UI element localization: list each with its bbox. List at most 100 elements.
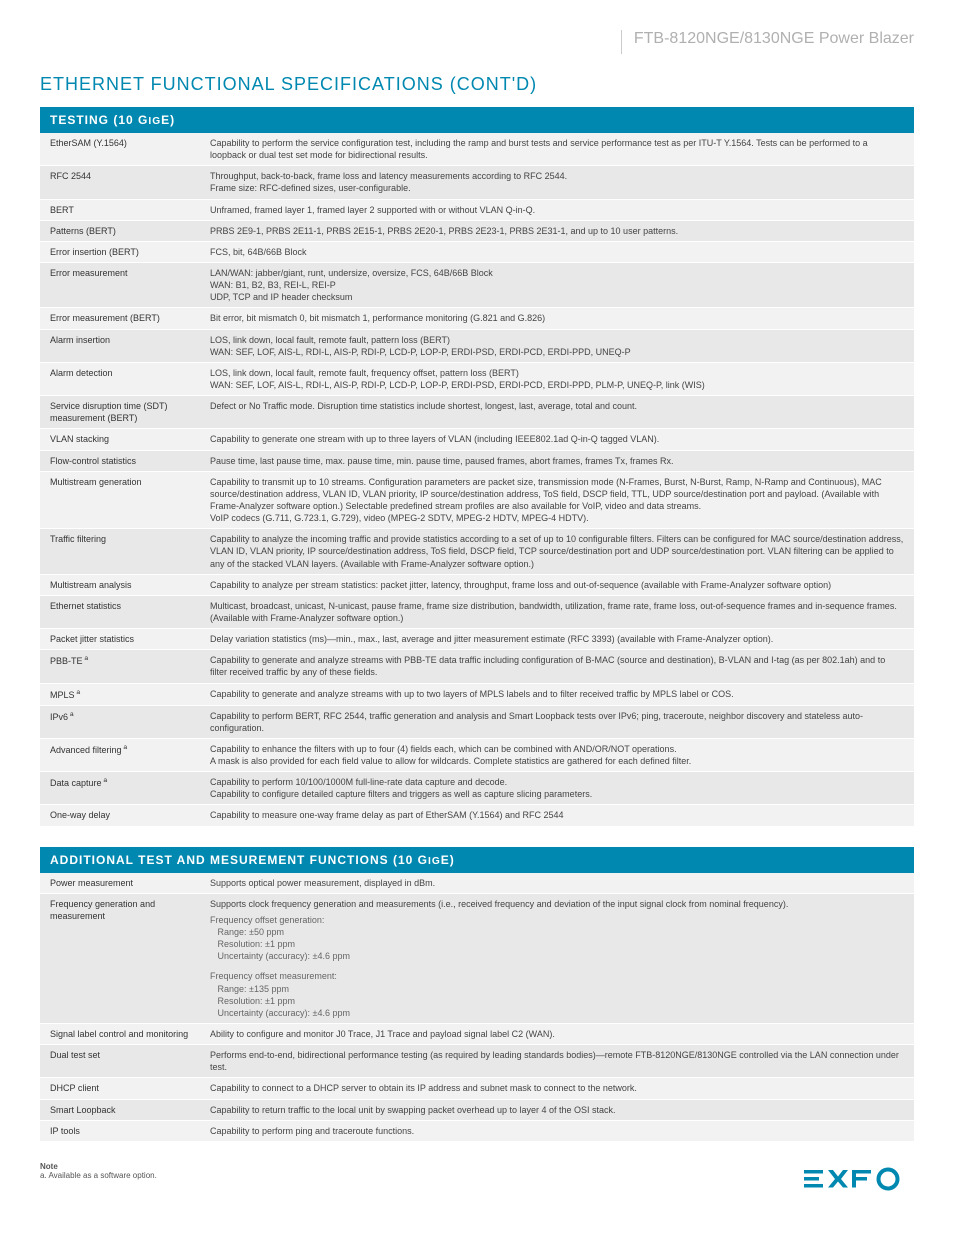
table-row: EtherSAM (Y.1564)Capability to perform t…	[40, 133, 914, 166]
table-row: RFC 2544Throughput, back-to-back, frame …	[40, 166, 914, 199]
row-label: Signal label control and monitoring	[40, 1024, 200, 1045]
table-row: MPLS aCapability to generate and analyze…	[40, 683, 914, 705]
row-label: Alarm detection	[40, 362, 200, 395]
table-row: Traffic filteringCapability to analyze t…	[40, 529, 914, 574]
note-head: Note	[40, 1162, 914, 1171]
row-label: Ethernet statistics	[40, 595, 200, 628]
row-label: IPv6 a	[40, 705, 200, 738]
table-row: Flow-control statisticsPause time, last …	[40, 450, 914, 471]
row-label: Smart Loopback	[40, 1099, 200, 1120]
table-row: Error insertion (BERT)FCS, bit, 64B/66B …	[40, 241, 914, 262]
row-value: Capability to transmit up to 10 streams.…	[200, 471, 914, 529]
table-row: IPv6 aCapability to perform BERT, RFC 25…	[40, 705, 914, 738]
table-row: Service disruption time (SDT) measuremen…	[40, 396, 914, 429]
row-label: Error measurement	[40, 262, 200, 307]
row-value: Capability to analyze per stream statist…	[200, 574, 914, 595]
row-value: Performs end-to-end, bidirectional perfo…	[200, 1045, 914, 1078]
additional-table: ADDITIONAL TEST AND MESUREMENT FUNCTIONS…	[40, 847, 914, 1142]
row-label: Data capture a	[40, 772, 200, 805]
row-value: Capability to generate one stream with u…	[200, 429, 914, 450]
row-value: Multicast, broadcast, unicast, N-unicast…	[200, 595, 914, 628]
row-label: VLAN stacking	[40, 429, 200, 450]
row-label: Service disruption time (SDT) measuremen…	[40, 396, 200, 429]
row-value: Pause time, last pause time, max. pause …	[200, 450, 914, 471]
table-row: One-way delayCapability to measure one-w…	[40, 805, 914, 826]
table-row: Frequency generation and measurementSupp…	[40, 893, 914, 1023]
row-value: Capability to return traffic to the loca…	[200, 1099, 914, 1120]
table-row: Alarm insertionLOS, link down, local fau…	[40, 329, 914, 362]
table-row: Data capture aCapability to perform 10/1…	[40, 772, 914, 805]
table-row: IP toolsCapability to perform ping and t…	[40, 1120, 914, 1141]
table-row: DHCP clientCapability to connect to a DH…	[40, 1078, 914, 1099]
row-value: Capability to perform ping and tracerout…	[200, 1120, 914, 1141]
exfo-logo	[804, 1160, 914, 1205]
row-value: Capability to connect to a DHCP server t…	[200, 1078, 914, 1099]
row-value: Defect or No Traffic mode. Disruption ti…	[200, 396, 914, 429]
table-row: Multistream generationCapability to tran…	[40, 471, 914, 529]
row-label: Multistream analysis	[40, 574, 200, 595]
row-value: Capability to enhance the filters with u…	[200, 738, 914, 771]
table-row: Packet jitter statisticsDelay variation …	[40, 629, 914, 650]
product-title: FTB-8120NGE/8130NGE Power Blazer	[621, 30, 914, 54]
table-row: Ethernet statisticsMulticast, broadcast,…	[40, 595, 914, 628]
table-row: Smart LoopbackCapability to return traff…	[40, 1099, 914, 1120]
row-value: Unframed, framed layer 1, framed layer 2…	[200, 199, 914, 220]
row-value: Bit error, bit mismatch 0, bit mismatch …	[200, 308, 914, 329]
row-label: RFC 2544	[40, 166, 200, 199]
row-label: BERT	[40, 199, 200, 220]
row-value: Throughput, back-to-back, frame loss and…	[200, 166, 914, 199]
testing-table-header: TESTING (10 GIGE)	[40, 107, 914, 133]
row-value: Ability to configure and monitor J0 Trac…	[200, 1024, 914, 1045]
table-row: Patterns (BERT)PRBS 2E9-1, PRBS 2E11-1, …	[40, 220, 914, 241]
row-label: PBB-TE a	[40, 650, 200, 683]
row-label: Error measurement (BERT)	[40, 308, 200, 329]
row-value: LOS, link down, local fault, remote faul…	[200, 362, 914, 395]
table-row: Multistream analysisCapability to analyz…	[40, 574, 914, 595]
table-row: Error measurementLAN/WAN: jabber/giant, …	[40, 262, 914, 307]
row-value: Capability to perform 10/100/1000M full-…	[200, 772, 914, 805]
additional-table-header: ADDITIONAL TEST AND MESUREMENT FUNCTIONS…	[40, 847, 914, 873]
row-label: IP tools	[40, 1120, 200, 1141]
row-value: Delay variation statistics (ms)—min., ma…	[200, 629, 914, 650]
row-label: Dual test set	[40, 1045, 200, 1078]
row-value: Capability to generate and analyze strea…	[200, 650, 914, 683]
table-row: PBB-TE aCapability to generate and analy…	[40, 650, 914, 683]
row-value: Supports optical power measurement, disp…	[200, 873, 914, 894]
row-label: Flow-control statistics	[40, 450, 200, 471]
row-label: Traffic filtering	[40, 529, 200, 574]
row-label: Packet jitter statistics	[40, 629, 200, 650]
row-value: Capability to measure one-way frame dela…	[200, 805, 914, 826]
row-label: One-way delay	[40, 805, 200, 826]
table-row: BERTUnframed, framed layer 1, framed lay…	[40, 199, 914, 220]
row-value: PRBS 2E9-1, PRBS 2E11-1, PRBS 2E15-1, PR…	[200, 220, 914, 241]
row-label: EtherSAM (Y.1564)	[40, 133, 200, 166]
row-label: MPLS a	[40, 683, 200, 705]
table-row: Signal label control and monitoringAbili…	[40, 1024, 914, 1045]
row-value: LOS, link down, local fault, remote faul…	[200, 329, 914, 362]
table-row: Power measurementSupports optical power …	[40, 873, 914, 894]
row-label: Patterns (BERT)	[40, 220, 200, 241]
row-value: Capability to perform the service config…	[200, 133, 914, 166]
row-value: Capability to perform BERT, RFC 2544, tr…	[200, 705, 914, 738]
row-label: DHCP client	[40, 1078, 200, 1099]
row-label: Power measurement	[40, 873, 200, 894]
table-row: VLAN stackingCapability to generate one …	[40, 429, 914, 450]
row-value: LAN/WAN: jabber/giant, runt, undersize, …	[200, 262, 914, 307]
row-value: Capability to analyze the incoming traff…	[200, 529, 914, 574]
section-title: ETHERNET FUNCTIONAL SPECIFICATIONS (CONT…	[40, 74, 914, 95]
table-row: Alarm detectionLOS, link down, local fau…	[40, 362, 914, 395]
note-block: Note a. Available as a software option.	[40, 1162, 914, 1180]
row-label: Multistream generation	[40, 471, 200, 529]
row-value: Supports clock frequency generation and …	[200, 893, 914, 1023]
row-label: Advanced filtering a	[40, 738, 200, 771]
table-row: Dual test setPerforms end-to-end, bidire…	[40, 1045, 914, 1078]
table-row: Error measurement (BERT)Bit error, bit m…	[40, 308, 914, 329]
row-label: Error insertion (BERT)	[40, 241, 200, 262]
testing-table: TESTING (10 GIGE) EtherSAM (Y.1564)Capab…	[40, 107, 914, 827]
table-row: Advanced filtering aCapability to enhanc…	[40, 738, 914, 771]
note-text: a. Available as a software option.	[40, 1171, 914, 1180]
row-value: Capability to generate and analyze strea…	[200, 683, 914, 705]
row-label: Alarm insertion	[40, 329, 200, 362]
row-label: Frequency generation and measurement	[40, 893, 200, 1023]
row-value: FCS, bit, 64B/66B Block	[200, 241, 914, 262]
